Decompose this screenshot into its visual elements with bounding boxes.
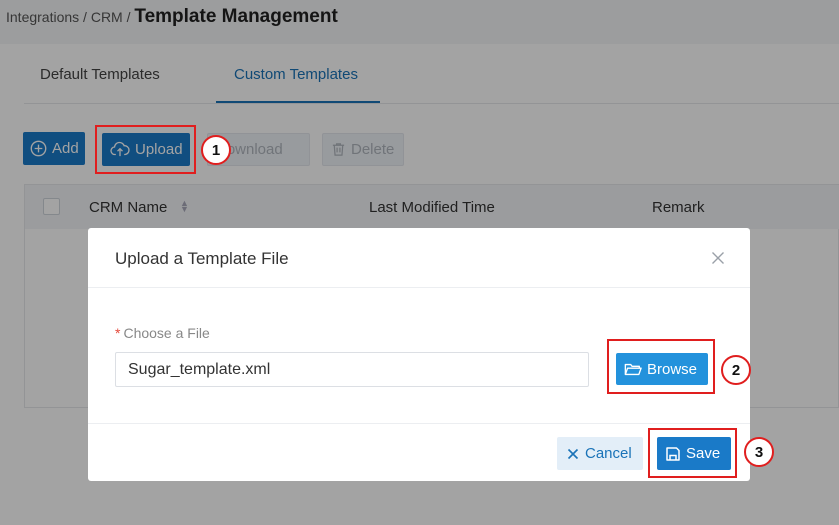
step-3-highlight	[648, 428, 737, 478]
step-1-badge: 1	[201, 135, 231, 165]
step-3-badge: 3	[744, 437, 774, 467]
choose-file-label-text: Choose a File	[123, 325, 210, 341]
required-mark: *	[115, 325, 121, 341]
cancel-button[interactable]: Cancel	[557, 437, 643, 470]
close-icon[interactable]	[708, 248, 728, 268]
cancel-button-label: Cancel	[585, 445, 632, 462]
choose-file-label: * Choose a File	[115, 325, 210, 341]
file-name-input[interactable]	[115, 352, 589, 387]
dialog-header: Upload a Template File	[88, 228, 750, 288]
step-1-highlight	[95, 125, 196, 174]
x-icon	[567, 448, 579, 459]
dialog-title: Upload a Template File	[115, 249, 289, 268]
step-2-badge: 2	[721, 355, 751, 385]
step-2-highlight	[607, 339, 715, 394]
dialog-footer-divider	[88, 423, 750, 424]
